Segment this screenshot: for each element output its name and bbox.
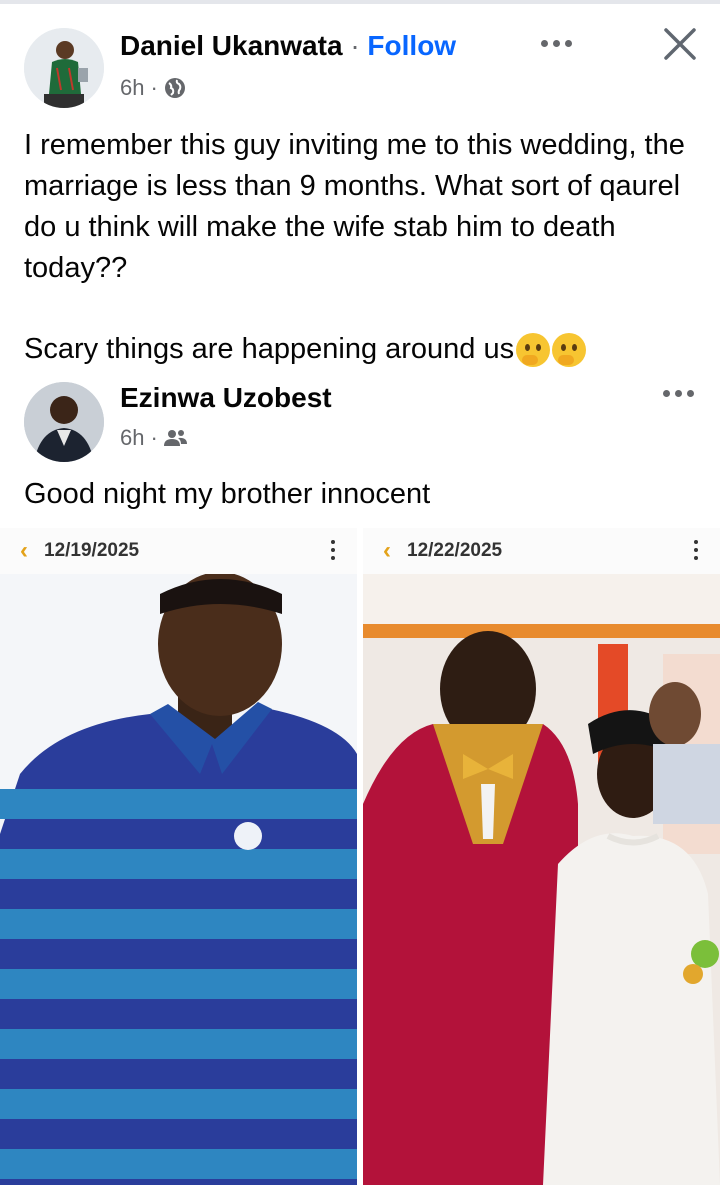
author-name-line: Daniel Ukanwata · Follow (120, 30, 456, 62)
photo-left[interactable]: ‹ 12/19/2025 (0, 528, 357, 1185)
post-body-last-line: Scary things are happening around us (24, 329, 704, 370)
friends-icon (163, 430, 187, 446)
shared-post-time[interactable]: 6h (120, 425, 144, 451)
top-divider (0, 0, 720, 4)
photo-right[interactable]: ‹ 12/22/2025 (363, 528, 720, 1185)
man-striped-shirt-image (0, 574, 357, 1185)
thinking-face-emoji-icon (516, 333, 551, 368)
shared-author-avatar[interactable] (24, 382, 104, 462)
wedding-couple-image (363, 574, 720, 1185)
photo-menu-icon[interactable] (331, 540, 335, 560)
shared-author-name[interactable]: Ezinwa Uzobest (120, 382, 332, 414)
back-chevron-icon[interactable]: ‹ (383, 537, 391, 565)
photo-date: 12/22/2025 (407, 540, 503, 561)
author-name[interactable]: Daniel Ukanwata (120, 30, 343, 61)
thinking-face-emoji-icon (552, 333, 587, 368)
post-time[interactable]: 6h (120, 75, 144, 101)
shared-post-text: Good night my brother innocent (24, 478, 431, 510)
post-meta: 6h · (120, 75, 186, 101)
photo-date-bar: ‹ 12/22/2025 (363, 528, 720, 574)
more-options-icon[interactable] (541, 40, 572, 47)
shared-more-options-icon[interactable] (663, 390, 694, 397)
meta-separator: · (150, 425, 158, 450)
close-icon[interactable] (662, 26, 698, 62)
name-separator: · (350, 30, 360, 61)
meta-separator: · (150, 75, 158, 100)
post-body-last-text: Scary things are happening around us (24, 333, 515, 365)
back-chevron-icon[interactable]: ‹ (20, 537, 28, 565)
follow-button[interactable]: Follow (367, 30, 456, 61)
shared-post-meta: 6h · (120, 425, 188, 451)
photo-menu-icon[interactable] (694, 540, 698, 560)
photo-date-bar: ‹ 12/19/2025 (0, 528, 357, 574)
photo-date: 12/19/2025 (44, 540, 140, 561)
author-avatar[interactable] (24, 28, 104, 108)
post-body-text: I remember this guy inviting me to this … (24, 129, 685, 284)
globe-icon (164, 78, 185, 98)
